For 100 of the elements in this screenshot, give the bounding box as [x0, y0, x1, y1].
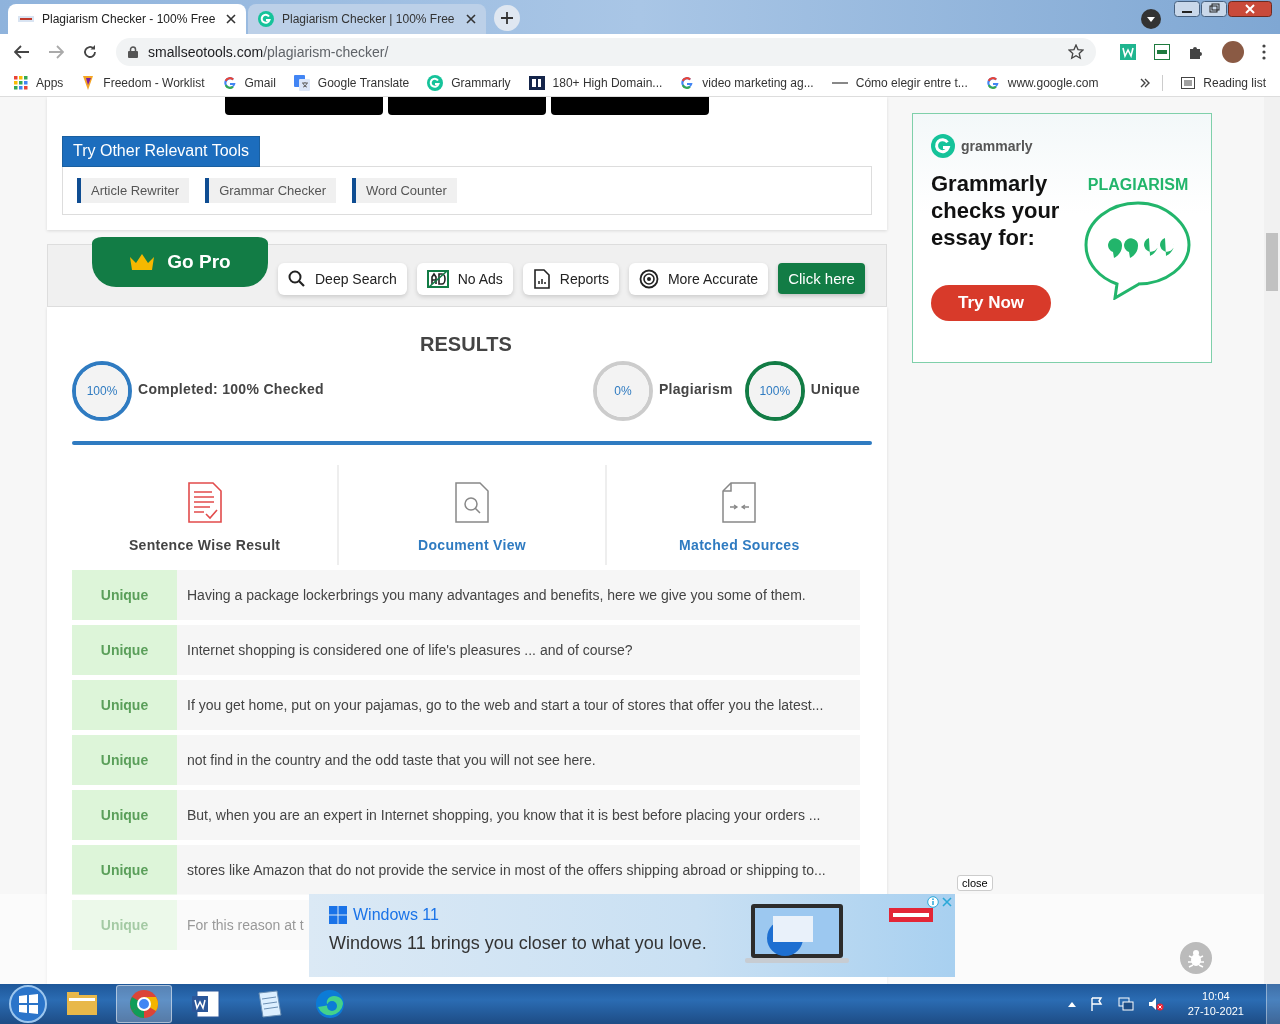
speaker-muted-icon[interactable] [1147, 997, 1164, 1011]
meter-label: Completed: 100% Checked [138, 380, 324, 397]
close-icon[interactable] [1228, 1, 1272, 17]
browser-tab[interactable]: Plagiarism Checker | 100% Free [248, 4, 486, 34]
tool-link[interactable]: Article Rewriter [77, 178, 190, 203]
bookmark[interactable]: Grammarly [427, 75, 511, 91]
sentence-text: But, when you are an expert in Internet shopping, you know that it is best before placing your orders ... [187, 807, 821, 823]
bookmark[interactable]: 180+ High Domain... [528, 76, 663, 90]
close-button[interactable]: close [957, 875, 993, 891]
bookmark[interactable]: Google Translate [293, 75, 410, 91]
go-pro-ribbon[interactable]: Go Pro [92, 237, 268, 287]
extension-w-icon[interactable] [1120, 44, 1136, 60]
status-label: Unique [72, 625, 177, 675]
bookmark[interactable]: Apps [14, 76, 64, 90]
extension-ws-icon[interactable] [1154, 44, 1170, 60]
tab-title: Plagiarism Checker - 100% Free [42, 12, 217, 26]
ad-text: Windows 11 brings you closer to what you love. [329, 933, 708, 954]
bookmark[interactable]: Cómo elegir entre t... [831, 76, 968, 90]
sentence-text: not find in the country and the odd taste that you will not see here. [187, 752, 596, 768]
profile-menu-icon[interactable] [1140, 8, 1162, 30]
avatar[interactable] [1222, 41, 1244, 63]
search-icon [288, 269, 306, 288]
apps-grid-icon [14, 76, 28, 90]
show-desktop-button[interactable] [1266, 984, 1280, 1024]
try-now-button[interactable]: Try Now [931, 285, 1051, 321]
status-label: Unique [72, 570, 177, 620]
feature-chip: Reports [522, 262, 619, 295]
bookmark[interactable]: video marketing ag... [680, 76, 814, 90]
freedom-logo-icon [81, 75, 96, 91]
sentence-text: Having a package lockerbrings you many advantages and benefits, here we give you some of them. [187, 587, 806, 603]
status-label: Unique [72, 680, 177, 730]
status-label: Unique [72, 735, 177, 785]
status-label: Unique [72, 845, 177, 895]
tab-title: Plagiarism Checker | 100% Free [282, 12, 456, 26]
reload-icon[interactable] [82, 44, 98, 60]
puzzle-icon[interactable] [1188, 44, 1204, 60]
progress-ring: 100% [744, 361, 805, 421]
sentence-text: If you get home, put on your pajamas, go to the web and start a tour of stores that offer you the latest... [187, 697, 824, 713]
scrollbar-thumb[interactable] [1266, 233, 1278, 291]
progress-ring: 0% [592, 361, 653, 421]
windows-logo-icon [329, 906, 347, 924]
minimize-icon[interactable] [1174, 1, 1200, 17]
caret-up-icon[interactable] [1067, 1001, 1076, 1007]
progress-ring: 100% [72, 361, 132, 421]
sentence-text: stores like Amazon that do not provide the service in most of the offers shipping abroad or shipping to... [187, 862, 826, 878]
clock[interactable]: 10:04 27-10-2021 [1187, 989, 1244, 1019]
bookmark[interactable]: www.google.com [985, 76, 1099, 90]
quote-bubble-icon [1083, 200, 1193, 300]
browser-tab[interactable]: Plagiarism Checker - 100% Free [8, 4, 246, 34]
click-here-button[interactable]: Click here [778, 263, 865, 294]
ad-headline: Grammarly checks your essay for: [931, 170, 1061, 251]
tool-link[interactable]: Grammar Checker [205, 178, 337, 203]
tool-link[interactable]: Word Counter [352, 178, 457, 203]
feature-chip: More Accurate [628, 262, 769, 295]
section-heading: Try Other Relevant Tools [62, 136, 261, 167]
meter-label: Unique [810, 380, 860, 397]
translate-icon [293, 75, 310, 91]
brand-name: grammarly [961, 138, 1033, 154]
close-icon[interactable] [466, 14, 476, 24]
status-label: Unique [72, 790, 177, 840]
bookmark[interactable]: Freedom - Worklist [81, 75, 205, 91]
view-tab[interactable]: Document View [337, 465, 605, 565]
back-arrow-icon[interactable] [14, 45, 30, 59]
lock-icon [128, 46, 138, 58]
no-ads-icon [426, 269, 449, 288]
bookmark[interactable]: Gmail [222, 76, 276, 90]
grammarly-logo-icon [427, 75, 444, 91]
crown-icon [129, 253, 156, 271]
close-icon[interactable] [226, 14, 236, 24]
grammarly-logo-icon [931, 134, 955, 158]
meter-label: Plagiarism [658, 380, 733, 397]
news-logo-icon [528, 76, 545, 90]
google-logo-icon [222, 76, 237, 90]
start-button-icon[interactable] [8, 984, 48, 1024]
chevron-double-icon[interactable] [1140, 78, 1151, 88]
view-tab[interactable]: Matched Sources [604, 465, 872, 565]
star-icon[interactable] [1068, 44, 1084, 60]
view-tab[interactable]: Sentence Wise Result [72, 465, 338, 565]
ad-keyword: PLAGIARISM [1087, 176, 1189, 194]
results-heading: RESULTS [419, 333, 513, 356]
status-label: Unique [72, 900, 177, 950]
document-lines-icon [187, 482, 222, 523]
sentence-text: For this reason at t [187, 917, 304, 933]
feature-chip: No Ads [416, 262, 513, 295]
new-tab-button[interactable] [494, 5, 520, 31]
more-menu-icon[interactable] [1262, 44, 1266, 60]
network-icon[interactable] [1117, 997, 1134, 1011]
sentence-text: Internet shopping is considered one of life's pleasures ... and of course? [187, 642, 633, 658]
restore-icon[interactable] [1201, 1, 1227, 17]
url-text: smallseotools.com/plagiarism-checker/ [148, 44, 389, 60]
document-magnifier-icon [455, 482, 489, 523]
ad-brand: Windows 11 [353, 906, 439, 924]
flag-icon[interactable] [1089, 997, 1104, 1011]
google-logo-icon [680, 76, 695, 90]
address-field[interactable]: smallseotools.com/plagiarism-checker/ [116, 38, 1096, 66]
reading-list-button[interactable]: Reading list [1181, 76, 1266, 90]
google-logo-icon [985, 76, 1000, 90]
grammarly-logo-icon [258, 11, 274, 27]
plus-icon [501, 12, 513, 24]
taskbar-app[interactable] [116, 985, 172, 1023]
